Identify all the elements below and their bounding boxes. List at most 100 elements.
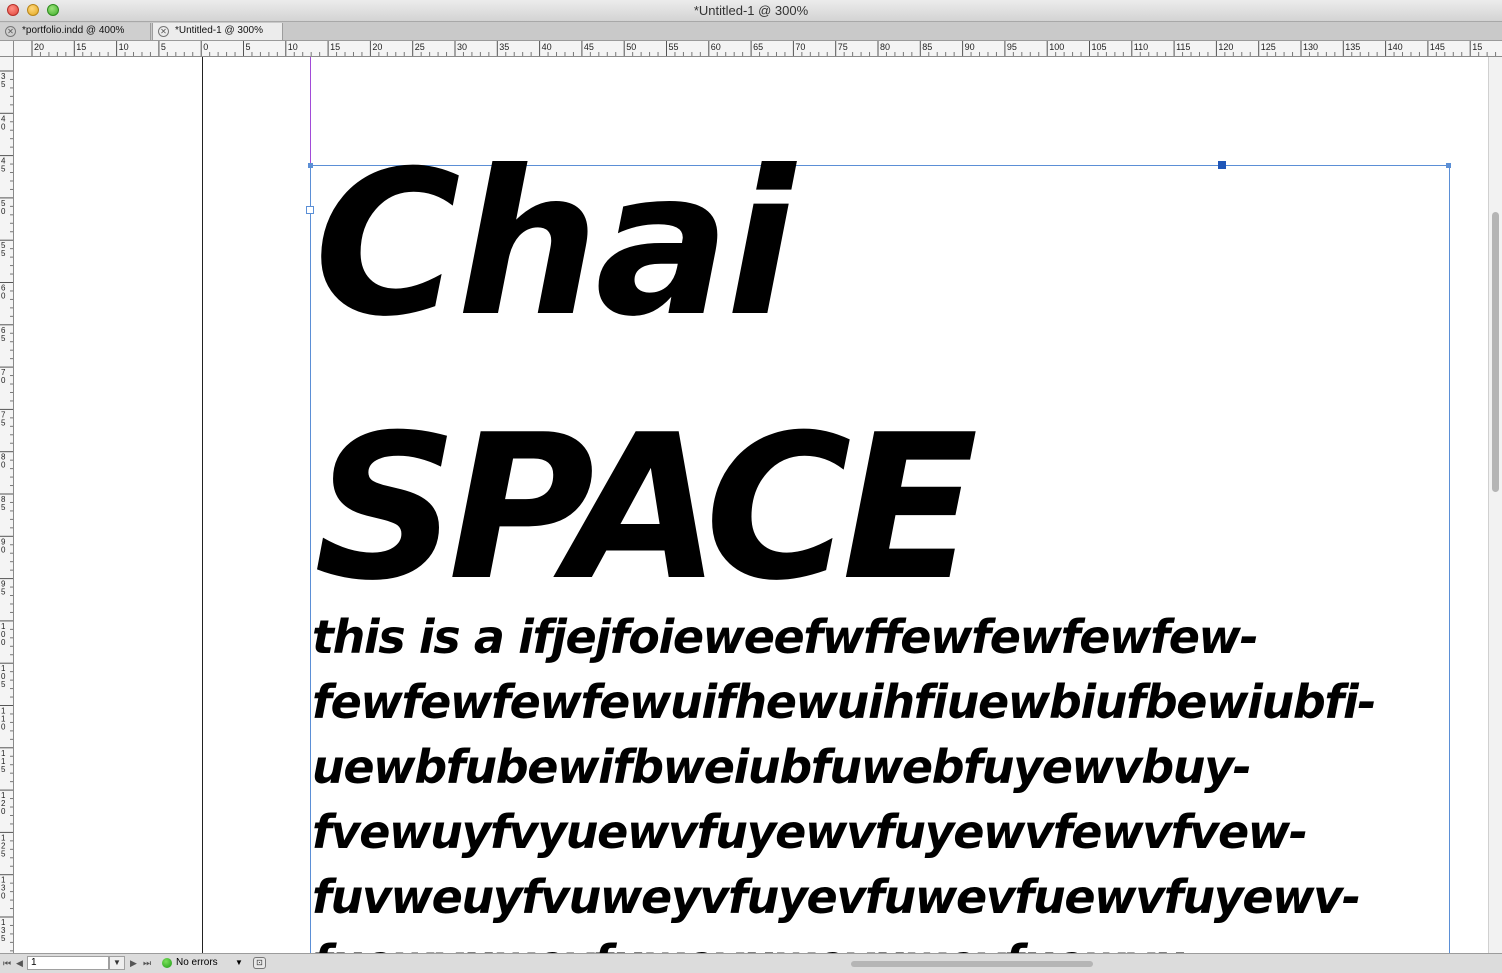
document-canvas[interactable]: Chai SPACE this is a ifjejfoieweefwffewf… bbox=[14, 57, 1488, 953]
tab-portfolio[interactable]: ✕ *portfolio.indd @ 400% bbox=[0, 23, 151, 40]
vertical-ruler-ticks: 3540455055606570758085909510010511011512… bbox=[0, 70, 13, 952]
ruler-label: 145 bbox=[1430, 42, 1445, 52]
ruler-label: 5 bbox=[161, 42, 166, 52]
ruler-label: 5 bbox=[1, 849, 6, 858]
ruler-label: 0 bbox=[1, 122, 6, 131]
ruler-label: 70 bbox=[795, 42, 805, 52]
next-page-icon[interactable]: ▶ bbox=[130, 957, 137, 969]
ruler-label: 115 bbox=[1176, 42, 1190, 52]
ruler-label: 0 bbox=[1, 892, 6, 901]
ruler-label: 80 bbox=[880, 42, 890, 52]
last-page-icon[interactable]: ⏭ bbox=[143, 957, 151, 969]
vertical-ruler[interactable]: 3540455055606570758085909510010511011512… bbox=[0, 57, 14, 953]
body-text: this is a ifjejfoieweefwffewfewfewfew- f… bbox=[312, 605, 1452, 953]
ruler-label: 20 bbox=[372, 42, 382, 52]
ruler-label: 5 bbox=[1, 418, 6, 427]
ruler-label: 5 bbox=[1, 80, 6, 89]
ruler-label: 95 bbox=[1007, 42, 1017, 52]
ruler-label: 5 bbox=[1, 334, 6, 343]
vertical-scrollbar[interactable] bbox=[1488, 57, 1502, 953]
column-guide bbox=[310, 57, 311, 165]
ruler-label: 50 bbox=[626, 42, 636, 52]
ruler-label: 120 bbox=[1218, 42, 1233, 52]
ruler-label: 135 bbox=[1345, 42, 1360, 52]
vertical-scroll-thumb[interactable] bbox=[1492, 212, 1499, 492]
document-tab-bar: ✕ *portfolio.indd @ 400% ✕ *Untitled-1 @… bbox=[0, 22, 1502, 41]
ruler-label: 5 bbox=[1, 503, 6, 512]
previous-page-icon[interactable]: ◀ bbox=[16, 957, 23, 969]
ruler-label: 5 bbox=[1, 765, 6, 774]
preflight-status[interactable]: No errors ▼ bbox=[160, 956, 248, 970]
ruler-label: 35 bbox=[499, 42, 509, 52]
ruler-label: 0 bbox=[203, 42, 208, 52]
ruler-label: 5 bbox=[1, 249, 6, 258]
close-icon[interactable]: ✕ bbox=[158, 26, 169, 37]
ruler-origin[interactable] bbox=[0, 41, 14, 57]
body-line: uewbfubewifbweiubfuwebfuyewvbuy- bbox=[312, 740, 1252, 794]
ruler-label: 15 bbox=[1472, 42, 1482, 52]
page-number-field[interactable]: 1 bbox=[27, 956, 109, 970]
ruler-label: 5 bbox=[246, 42, 251, 52]
ruler-label: 110 bbox=[1134, 42, 1148, 52]
ruler-label: 65 bbox=[753, 42, 763, 52]
horizontal-ruler[interactable]: 20 15 10 5 0 5 10 15 20 25 30 35 40 45 50 55 60 65 70 75 80 8… bbox=[14, 41, 1502, 57]
ruler-label: 0 bbox=[1, 461, 6, 470]
chevron-down-icon: ▼ bbox=[235, 958, 243, 967]
horizontal-scrollbar[interactable] bbox=[275, 956, 1485, 970]
ruler-label: 45 bbox=[584, 42, 594, 52]
headline-chai: Chai bbox=[314, 128, 795, 361]
frame-handle-top-center[interactable] bbox=[1218, 161, 1226, 169]
ruler-label: 0 bbox=[1, 292, 6, 301]
ruler-label: 90 bbox=[965, 42, 975, 52]
body-line: fuvweuyfvuweyvfuyevfuwevfuewvfuyewv- bbox=[312, 870, 1361, 924]
ruler-label: 20 bbox=[34, 42, 44, 52]
frame-handle-top-left[interactable] bbox=[308, 163, 313, 168]
ruler-label: 75 bbox=[838, 42, 848, 52]
ruler-label: 130 bbox=[1303, 42, 1318, 52]
first-page-icon[interactable]: ⏮ bbox=[3, 957, 11, 969]
ruler-label: 140 bbox=[1388, 42, 1403, 52]
ruler-label: 5 bbox=[1, 934, 6, 943]
ruler-label: 10 bbox=[119, 42, 129, 52]
preflight-status-icon bbox=[162, 958, 172, 968]
close-icon[interactable]: ✕ bbox=[5, 26, 16, 37]
headline-space: SPACE bbox=[314, 392, 978, 625]
ruler-label: 10 bbox=[288, 42, 298, 52]
page-dropdown-button[interactable]: ▼ bbox=[109, 956, 125, 970]
indesign-window: *Untitled-1 @ 300% ✕ *portfolio.indd @ 4… bbox=[0, 0, 1502, 973]
body-line: this is a ifjejfoieweefwffewfewfewfew- bbox=[312, 610, 1259, 664]
ruler-label: 55 bbox=[669, 42, 679, 52]
frame-handle-top-right[interactable] bbox=[1446, 163, 1451, 168]
page-edge bbox=[202, 57, 203, 953]
tab-label: *Untitled-1 @ 300% bbox=[175, 25, 263, 36]
ruler-label: 5 bbox=[1, 588, 6, 597]
ruler-label: 15 bbox=[330, 42, 340, 52]
body-line: fvewuyfvyuewvfuyewvfuyewvfewvfvew- bbox=[312, 805, 1308, 859]
ruler-label: 0 bbox=[1, 723, 6, 732]
ruler-label: 0 bbox=[1, 638, 6, 647]
ruler-label: 105 bbox=[1092, 42, 1107, 52]
tab-untitled-1[interactable]: ✕ *Untitled-1 @ 300% bbox=[152, 23, 283, 40]
ruler-label: 60 bbox=[711, 42, 721, 52]
ruler-label: 25 bbox=[415, 42, 425, 52]
title-bar: *Untitled-1 @ 300% bbox=[0, 0, 1502, 22]
horizontal-ruler-ticks: 20 15 10 5 0 5 10 15 20 25 30 35 40 45 50 55 60 65 70 75 80 8… bbox=[31, 41, 1497, 56]
preflight-panel-button[interactable]: ⊡ bbox=[253, 957, 266, 969]
status-bar: ⏮ ◀ 1 ▼ ▶ ⏭ No errors ▼ ⊡ bbox=[0, 953, 1502, 973]
ruler-label: 5 bbox=[1, 165, 6, 174]
frame-in-port[interactable] bbox=[306, 206, 314, 214]
window-title: *Untitled-1 @ 300% bbox=[693, 3, 809, 18]
ruler-label: 85 bbox=[922, 42, 932, 52]
body-line: fuewvuwevfuwevuwevuwevfuewvu bbox=[312, 930, 1452, 953]
ruler-label: 30 bbox=[457, 42, 467, 52]
ruler-label: 15 bbox=[76, 42, 86, 52]
body-line: fewfewfewfewuifhewuihfiuewbiufbewiubfi- bbox=[312, 675, 1376, 729]
ruler-label: 0 bbox=[1, 376, 6, 385]
horizontal-scroll-thumb[interactable] bbox=[851, 961, 1093, 967]
ruler-label: 0 bbox=[1, 545, 6, 554]
ruler-label: 5 bbox=[1, 680, 6, 689]
ruler-label: 0 bbox=[1, 207, 6, 216]
preflight-status-label: No errors bbox=[176, 957, 218, 968]
ruler-label: 100 bbox=[1049, 42, 1064, 52]
ruler-label: 125 bbox=[1261, 42, 1276, 52]
